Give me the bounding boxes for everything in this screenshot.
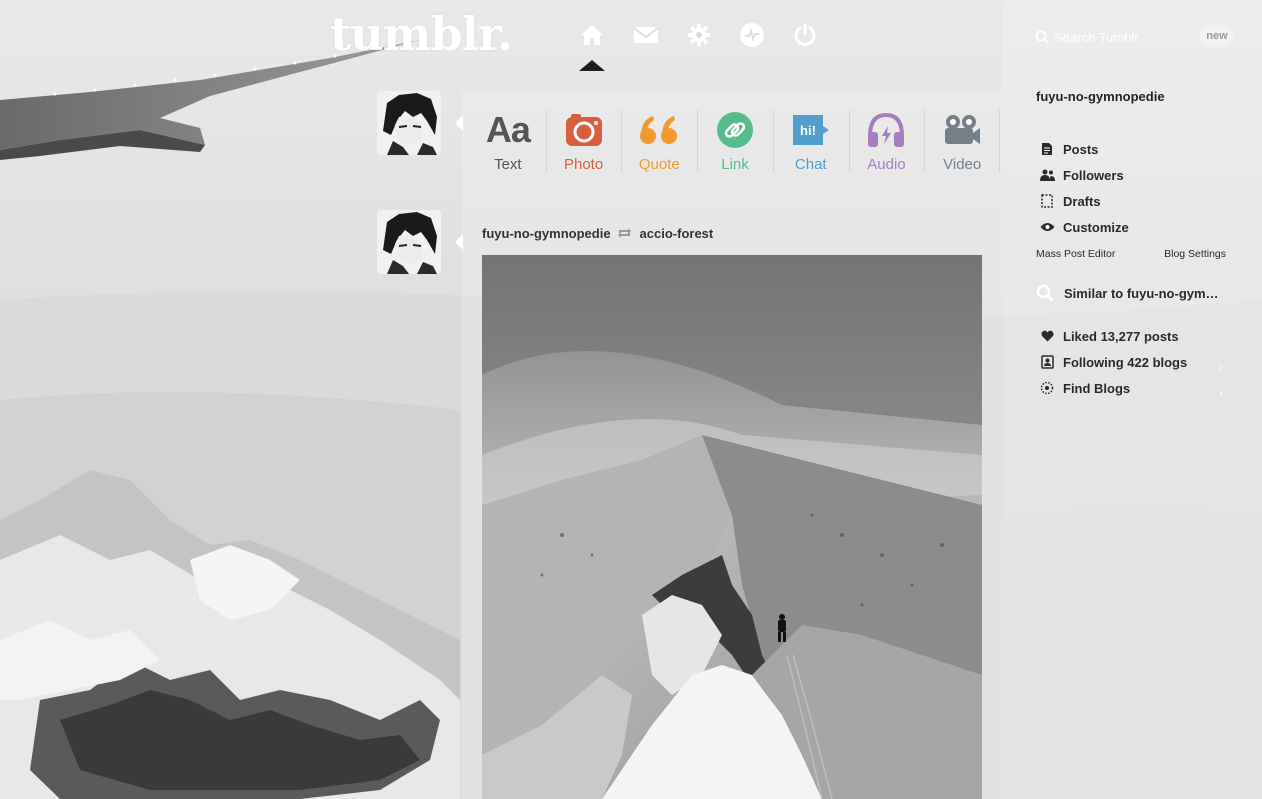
post-avatar[interactable] (377, 210, 441, 274)
similar-blogs-link[interactable]: Similar to fuyu-no-gym… (1036, 284, 1219, 302)
post-type-chat[interactable]: hi! Chat (772, 100, 849, 180)
activity-icon[interactable] (738, 21, 766, 49)
reblogged-from-link[interactable]: accio-forest (640, 226, 714, 241)
chevron-right-icon: › (1219, 360, 1223, 374)
post-type-link[interactable]: Link (697, 100, 773, 180)
chat-icon: hi! (791, 108, 831, 152)
post-type-quote[interactable]: Quote (621, 100, 697, 180)
post-type-label: Text (494, 156, 522, 173)
new-badge[interactable]: new (1200, 25, 1234, 47)
logout-icon[interactable] (791, 21, 819, 49)
home-icon[interactable] (578, 21, 606, 49)
svg-text:hi!: hi! (800, 123, 816, 138)
sidebar-item-label: Customize (1063, 219, 1129, 235)
sidebar-item-posts[interactable]: Posts (1038, 136, 1129, 162)
sidebar-item-likes[interactable]: Liked 13,277 posts (1038, 323, 1187, 349)
avatar[interactable] (377, 91, 441, 155)
sidebar-item-customize[interactable]: Customize (1038, 214, 1129, 240)
chevron-right-icon: › (1219, 386, 1223, 400)
avatar-pointer (455, 234, 463, 250)
tumblr-logo[interactable]: tumblr. (330, 8, 520, 60)
post-type-label: Chat (794, 156, 827, 173)
search-icon (1036, 284, 1056, 302)
post-type-label: Video (943, 156, 982, 173)
post-type-label: Link (721, 156, 749, 173)
post-type-bar: Aa Text Photo Quote Link hi! Chat Audio (470, 100, 1000, 180)
post-type-photo[interactable]: Photo (545, 100, 622, 180)
sidebar-item-following[interactable]: Following 422 blogs (1038, 349, 1187, 375)
sidebar-item-label: Followers (1063, 167, 1124, 183)
post-photo[interactable] (482, 255, 982, 799)
anime-avatar-image (377, 210, 441, 274)
avatar-pointer (455, 115, 463, 131)
mass-post-editor-link[interactable]: Mass Post Editor (1036, 248, 1115, 260)
account-stats: Liked 13,277 posts Following 422 blogs F… (1038, 323, 1187, 401)
post-author-link[interactable]: fuyu-no-gymnopedie (482, 226, 611, 241)
blog-settings-link[interactable]: Blog Settings (1164, 248, 1226, 260)
quote-icon (639, 108, 679, 152)
inbox-icon[interactable] (632, 21, 660, 49)
sidebar-item-find-blogs[interactable]: Find Blogs (1038, 375, 1187, 401)
mountain-ridge-photo (482, 255, 982, 799)
post-type-audio[interactable]: Audio (848, 100, 925, 180)
sidebar-item-label: Drafts (1063, 193, 1101, 209)
link-icon (716, 108, 754, 152)
post-type-video[interactable]: Video (924, 100, 1000, 180)
posts-icon (1038, 142, 1056, 156)
search-input[interactable] (1030, 26, 1190, 48)
sidebar-item-drafts[interactable]: Drafts (1038, 188, 1129, 214)
eye-icon (1038, 222, 1056, 232)
blog-menu: Posts Followers Drafts Customize (1038, 136, 1129, 240)
drafts-icon (1038, 194, 1056, 208)
sidebar-item-followers[interactable]: Followers (1038, 162, 1129, 188)
blog-tools: Mass Post Editor Blog Settings (1036, 248, 1226, 260)
compass-icon (1038, 381, 1056, 395)
followers-icon (1038, 169, 1056, 181)
camera-icon (565, 108, 603, 152)
sidebar-item-label: Liked 13,277 posts (1063, 328, 1179, 344)
post-header: fuyu-no-gymnopedie accio-forest (482, 224, 713, 242)
sidebar-item-label: Find Blogs (1063, 380, 1131, 396)
headphones-icon (866, 108, 906, 152)
sidebar-blog-name[interactable]: fuyu-no-gymnopedie (1036, 89, 1165, 104)
reblog-icon (617, 227, 632, 239)
following-icon (1038, 355, 1056, 369)
post-type-text[interactable]: Aa Text (470, 100, 546, 180)
active-nav-indicator (579, 60, 605, 71)
sidebar-item-label: Posts (1063, 141, 1099, 157)
settings-icon[interactable] (685, 21, 713, 49)
similar-blogs-label: Similar to fuyu-no-gym… (1064, 285, 1219, 301)
post-type-label: Quote (638, 156, 680, 173)
anime-avatar-image (377, 91, 441, 155)
video-camera-icon (942, 108, 982, 152)
sidebar-item-label: Following 422 blogs (1063, 354, 1188, 370)
heart-icon (1038, 330, 1056, 342)
post-type-label: Photo (563, 156, 604, 173)
post-type-label: Audio (867, 156, 906, 173)
text-icon: Aa (485, 109, 531, 150)
